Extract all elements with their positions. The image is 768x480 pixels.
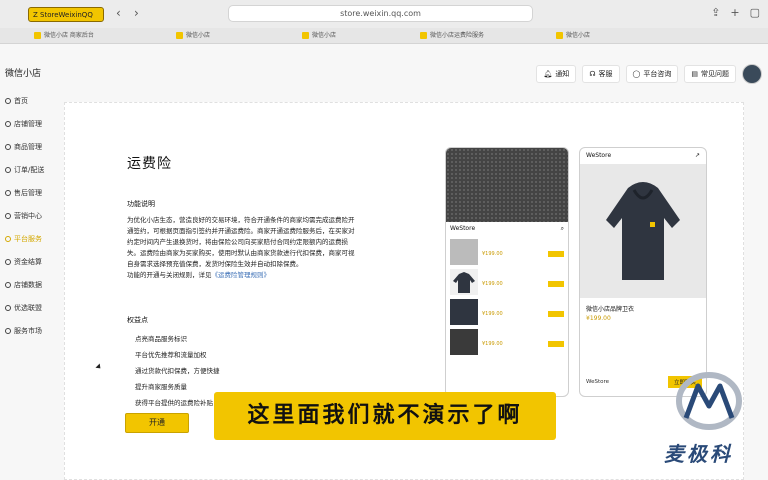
list-item: ¥199.00 bbox=[446, 296, 568, 326]
product-thumb bbox=[450, 329, 478, 355]
tag-badge bbox=[548, 311, 564, 317]
browser-toolbar: Z StoreWeixinQQ ‹ › store.weixin.qq.com … bbox=[0, 0, 768, 28]
product-price: ¥199.00 bbox=[586, 315, 611, 322]
video-subtitle: 这里面我们就不演示了啊 bbox=[214, 392, 556, 440]
sidebar-item-home[interactable]: 首页 bbox=[5, 96, 28, 106]
product-thumb bbox=[450, 269, 478, 295]
sidebar-item-settlement[interactable]: 资金结算 bbox=[5, 257, 42, 267]
search-icon: ⌕ bbox=[560, 225, 564, 232]
tab-5-active[interactable]: 微信小店 bbox=[556, 30, 626, 42]
favicon-icon bbox=[556, 32, 563, 39]
page-title: 运费险 bbox=[127, 156, 172, 172]
open-button[interactable]: 开通 bbox=[125, 413, 189, 433]
alliance-icon bbox=[5, 305, 11, 311]
sidebar-item-store[interactable]: 店铺管理 bbox=[5, 119, 42, 129]
product-icon bbox=[5, 144, 11, 150]
aftersale-icon bbox=[5, 190, 11, 196]
tag-badge bbox=[548, 281, 564, 287]
notification-button[interactable]: 🔔︎ 通知 bbox=[536, 65, 577, 83]
customer-service-button[interactable]: ☊ 客服 bbox=[582, 65, 620, 83]
tab-2[interactable]: 微信小店 bbox=[176, 30, 256, 42]
detail-header: WeStore ↗ bbox=[586, 152, 700, 159]
sidebar-item-market[interactable]: 服务市场 bbox=[5, 326, 42, 336]
sidebar-item-platform-service[interactable]: 平台服务 bbox=[5, 234, 42, 244]
list-item: ¥199.00 bbox=[446, 326, 568, 356]
product-name: 微信小店品牌卫衣 bbox=[586, 306, 635, 313]
right-item: 提升商家服务质量 bbox=[135, 383, 187, 391]
forward-icon[interactable]: › bbox=[134, 6, 139, 20]
product-thumb bbox=[450, 239, 478, 265]
faq-button[interactable]: ▤ 常见问题 bbox=[684, 65, 736, 83]
store-header: WeStore ⌕ bbox=[450, 225, 564, 232]
store-list-mockup: WeStore ⌕ ¥199.00 ¥199.00 ¥199.00 ¥199.00 bbox=[445, 147, 569, 397]
right-item: 获得平台提供的运费险补贴 bbox=[135, 399, 213, 407]
product-image bbox=[580, 164, 706, 298]
tag-badge bbox=[548, 251, 564, 257]
sidebar-item-orders[interactable]: 订单/配送 bbox=[5, 165, 44, 175]
rules-link[interactable]: 《运费险管理规则》 bbox=[212, 271, 271, 279]
window-pill[interactable]: Z StoreWeixinQQ bbox=[28, 7, 104, 22]
brand-title: 微信小店 bbox=[5, 69, 42, 79]
tab-1[interactable]: 微信小店 商家后台 bbox=[34, 30, 134, 42]
right-item: 平台优先推荐和流量加权 bbox=[135, 351, 207, 359]
tab-overview-icon[interactable]: ▢ bbox=[750, 6, 760, 19]
favicon-icon bbox=[176, 32, 183, 39]
sidebar-item-alliance[interactable]: 优选联盟 bbox=[5, 303, 42, 313]
avatar[interactable] bbox=[742, 64, 762, 84]
favicon-icon bbox=[420, 32, 427, 39]
sidebar-item-aftersale[interactable]: 售后管理 bbox=[5, 188, 42, 198]
marketing-icon bbox=[5, 213, 11, 219]
product-thumb bbox=[450, 299, 478, 325]
order-icon bbox=[5, 167, 11, 173]
wallet-icon bbox=[5, 259, 11, 265]
chart-icon bbox=[5, 282, 11, 288]
tab-3[interactable]: 微信小店 bbox=[302, 30, 382, 42]
toolbar-actions: ⇪ + ▢ bbox=[711, 6, 760, 19]
url-bar[interactable]: store.weixin.qq.com bbox=[228, 5, 533, 22]
chat-icon: ◯ bbox=[632, 70, 641, 78]
right-item: 通过货款代扣保费，方便快捷 bbox=[135, 367, 220, 375]
sidebar: 微信小店 首页 店铺管理 商品管理 订单/配送 售后管理 营销中心 平台服务 资… bbox=[0, 44, 58, 480]
sidebar-item-data[interactable]: 店铺数据 bbox=[5, 280, 42, 290]
watermark-text: 麦极科 bbox=[664, 442, 733, 466]
store-link: WeStore bbox=[586, 379, 610, 385]
header-nav: 🔔︎ 通知 ☊ 客服 ◯ 平台咨询 ▤ 常见问题 bbox=[536, 64, 762, 84]
favicon-icon bbox=[34, 32, 41, 39]
store-icon bbox=[5, 121, 11, 127]
store-banner bbox=[446, 148, 568, 222]
product-detail-mockup: WeStore ↗ 微信小店品牌卫衣 ¥199.00 WeStore 立即购买 bbox=[579, 147, 707, 397]
book-icon: ▤ bbox=[691, 70, 698, 78]
platform-consult-button[interactable]: ◯ 平台咨询 bbox=[625, 65, 679, 83]
sidebar-item-products[interactable]: 商品管理 bbox=[5, 142, 42, 152]
home-icon bbox=[5, 98, 11, 104]
function-section-title: 功能说明 bbox=[127, 200, 155, 208]
market-icon bbox=[5, 328, 11, 334]
share-icon: ↗ bbox=[694, 152, 700, 159]
bell-icon: 🔔︎ bbox=[543, 70, 553, 78]
favicon-icon bbox=[302, 32, 309, 39]
rights-section-title: 权益点 bbox=[127, 316, 148, 324]
list-item: ¥199.00 bbox=[446, 266, 568, 296]
list-item: ¥199.00 bbox=[446, 236, 568, 266]
share-icon[interactable]: ⇪ bbox=[711, 6, 720, 19]
headset-icon: ☊ bbox=[589, 70, 596, 78]
right-item: 点亮商品服务标识 bbox=[135, 335, 187, 343]
sidebar-item-marketing[interactable]: 营销中心 bbox=[5, 211, 42, 221]
service-icon bbox=[5, 236, 11, 242]
new-tab-icon[interactable]: + bbox=[730, 6, 739, 19]
tag-badge bbox=[548, 341, 564, 347]
function-description: 为优化小店生态，营造良好的交易环境，符合开通条件的商家均需完成运费险开通签约，可… bbox=[127, 216, 355, 279]
tab-strip: 微信小店 商家后台 微信小店 微信小店 微信小店运费险服务 微信小店 bbox=[0, 28, 768, 44]
tab-4[interactable]: 微信小店运费险服务 bbox=[420, 30, 520, 42]
back-icon[interactable]: ‹ bbox=[116, 6, 121, 20]
watermark-logo-icon bbox=[676, 372, 742, 430]
